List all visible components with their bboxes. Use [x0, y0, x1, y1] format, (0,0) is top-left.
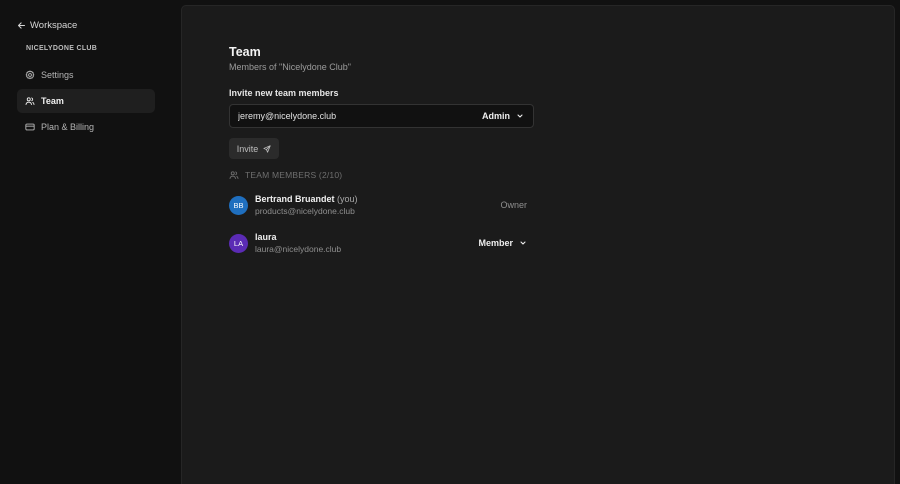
avatar: BB	[229, 195, 248, 215]
users-icon	[25, 97, 35, 105]
credit-card-icon	[25, 123, 35, 131]
member-details: Bertrand Bruandet (you) products@nicelyd…	[255, 194, 358, 216]
back-link-label: Workspace	[30, 19, 78, 31]
chevron-down-icon	[517, 114, 523, 118]
avatar: LA	[229, 233, 248, 253]
member-role-value: Member	[478, 238, 513, 248]
invite-role-select[interactable]: Admin	[482, 111, 524, 121]
org-label: NICELYDONE CLUB	[26, 45, 98, 52]
sidebar-item-label: Plan & Billing	[41, 122, 95, 132]
member-role-select[interactable]: Member	[478, 238, 527, 248]
team-content: Team Members of "Nicelydone Club" Invite…	[229, 45, 535, 262]
member-details: laura laura@nicelydone.club	[255, 232, 341, 254]
users-icon	[229, 171, 239, 179]
back-to-workspace-link[interactable]: Workspace	[17, 18, 77, 32]
send-icon	[263, 144, 271, 153]
invite-button[interactable]: Invite	[229, 138, 279, 159]
invite-button-label: Invite	[236, 143, 259, 154]
member-row: LA laura laura@nicelydone.club Member	[229, 224, 527, 262]
page-subtitle: Members of "Nicelydone Club"	[229, 62, 351, 72]
team-members-header: TEAM MEMBERS (2/10)	[229, 170, 535, 180]
invite-section-label: Invite new team members	[229, 88, 339, 98]
member-name-line: Bertrand Bruandet (you)	[255, 194, 358, 204]
sidebar-item-label: Team	[41, 96, 64, 106]
team-members-count: TEAM MEMBERS (2/10)	[245, 170, 343, 180]
you-tag: (you)	[337, 194, 358, 204]
member-name-line: laura	[255, 232, 341, 242]
member-email: laura@nicelydone.club	[255, 244, 342, 254]
sidebar: Workspace NICELYDONE CLUB Settings Team	[0, 0, 181, 484]
member-name: laura	[255, 232, 277, 242]
member-row: BB Bertrand Bruandet (you) products@nice…	[229, 186, 527, 224]
invite-role-value: Admin	[482, 111, 510, 121]
main-panel: Team Members of "Nicelydone Club" Invite…	[181, 5, 895, 484]
page-title: Team	[229, 45, 261, 59]
member-info: BB Bertrand Bruandet (you) products@nice…	[229, 194, 358, 216]
invite-email-input[interactable]	[238, 111, 482, 121]
invite-row: Admin	[229, 104, 534, 128]
chevron-down-icon	[520, 241, 526, 245]
sidebar-nav: Settings Team Plan & Billing	[17, 63, 155, 141]
member-email: products@nicelydone.club	[255, 206, 355, 216]
sidebar-item-label: Settings	[41, 70, 74, 80]
member-role: Owner	[500, 200, 527, 210]
gear-icon	[25, 70, 35, 80]
app: Workspace NICELYDONE CLUB Settings Team	[0, 0, 900, 484]
arrow-left-icon	[17, 21, 26, 29]
sidebar-item-plan-billing[interactable]: Plan & Billing	[17, 115, 155, 139]
sidebar-item-team[interactable]: Team	[17, 89, 155, 113]
member-info: LA laura laura@nicelydone.club	[229, 232, 341, 254]
sidebar-item-settings[interactable]: Settings	[17, 63, 155, 87]
member-name: Bertrand Bruandet	[255, 194, 335, 204]
